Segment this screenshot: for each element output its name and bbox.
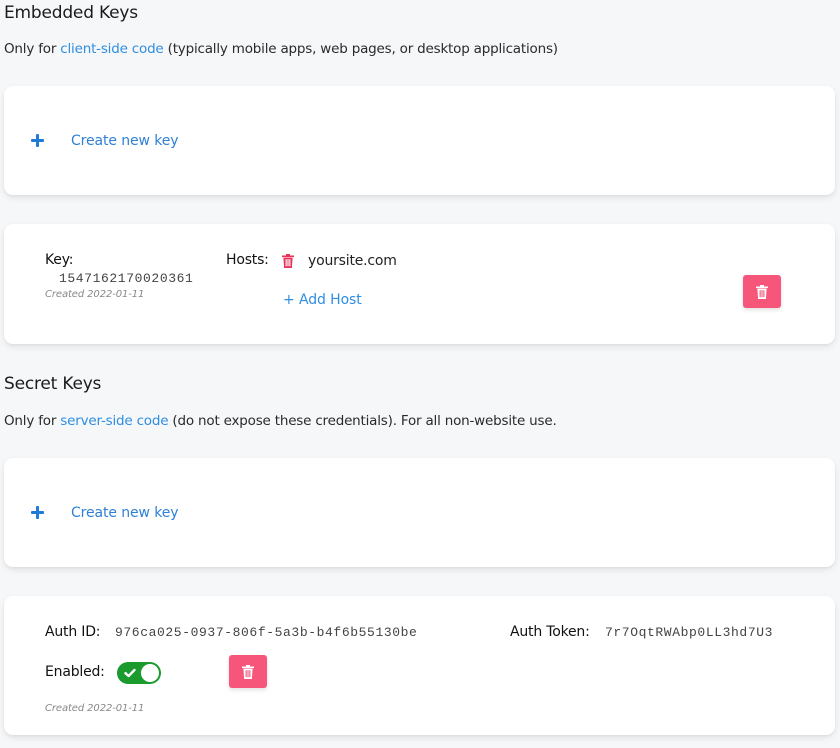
auth-id-value: 976ca025-0937-806f-5a3b-b4f6b55130be <box>115 625 418 640</box>
secret-create-new-key-button[interactable]: Create new key <box>31 504 179 521</box>
secret-key-card: Auth ID: 976ca025-0937-806f-5a3b-b4f6b55… <box>4 596 835 735</box>
secret-keys-title: Secret Keys <box>4 374 102 394</box>
secret-created-date: Created 2022-01-11 <box>45 703 145 714</box>
server-side-code-link[interactable]: server-side code <box>60 413 168 429</box>
desc-suffix: (do not expose these credentials). For a… <box>168 413 557 429</box>
embedded-keys-description: Only for client-side code (typically mob… <box>4 41 558 57</box>
delete-host-icon[interactable] <box>282 254 294 268</box>
desc-suffix: (typically mobile apps, web pages, or de… <box>163 41 558 57</box>
plus-icon <box>31 134 44 147</box>
embedded-key-card: Key: 1547162170020361 Created 2022-01-11… <box>4 224 835 344</box>
api-keys-page: Embedded Keys Only for client-side code … <box>0 0 840 748</box>
embedded-keys-title: Embedded Keys <box>4 3 138 23</box>
auth-token-label: Auth Token: <box>510 624 590 640</box>
delete-embedded-key-button[interactable] <box>743 275 781 308</box>
desc-prefix: Only for <box>4 413 61 429</box>
plus-icon <box>31 506 44 519</box>
hosts-label: Hosts: <box>226 252 269 268</box>
client-side-code-link[interactable]: client-side code <box>60 41 163 57</box>
enabled-toggle[interactable] <box>117 662 161 684</box>
delete-secret-key-button[interactable] <box>229 655 267 688</box>
add-host-link[interactable]: + Add Host <box>283 292 362 308</box>
embedded-create-new-key-button[interactable]: Create new key <box>31 132 179 149</box>
key-created-date: Created 2022-01-11 <box>45 289 145 300</box>
secret-create-key-card: Create new key <box>4 458 835 567</box>
toggle-knob <box>141 664 159 682</box>
trash-icon <box>242 664 254 679</box>
trash-icon <box>756 284 768 299</box>
create-new-key-label: Create new key <box>71 504 179 521</box>
create-new-key-label: Create new key <box>71 132 179 149</box>
host-item: yoursite.com <box>282 253 397 269</box>
secret-keys-description: Only for server-side code (do not expose… <box>4 413 557 429</box>
check-icon <box>124 668 136 678</box>
enabled-label: Enabled: <box>45 664 105 680</box>
key-label: Key: <box>45 252 74 268</box>
key-value: 1547162170020361 <box>59 271 194 286</box>
auth-id-label: Auth ID: <box>45 624 101 640</box>
auth-token-value: 7r7OqtRWAbp0LL3hd7U3 <box>605 625 774 640</box>
embedded-create-key-card: Create new key <box>4 86 835 195</box>
desc-prefix: Only for <box>4 41 61 57</box>
host-value: yoursite.com <box>308 253 397 269</box>
